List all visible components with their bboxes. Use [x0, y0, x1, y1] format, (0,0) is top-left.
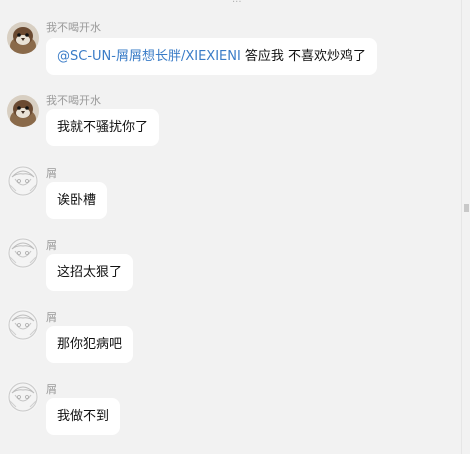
vertical-scrollbar[interactable]	[461, 0, 470, 454]
message-text: 诶卧槽	[57, 193, 97, 208]
message-bubble[interactable]: 这招太狠了	[46, 254, 134, 291]
message-text: 那你犯病吧	[57, 337, 123, 352]
sender-name: 屑	[46, 383, 57, 396]
clipped-top-text: ...	[232, 0, 242, 5]
chat-message-list[interactable]: ... 我不喝开水 @SC-UN-屑屑想长胖/XIEXIENI 答应我 不喜欢炒…	[0, 0, 462, 454]
sparrow-avatar-icon[interactable]	[7, 22, 39, 54]
message-bubble[interactable]: 我就不骚扰你了	[46, 109, 160, 146]
sender-name: 我不喝开水	[46, 94, 101, 107]
sparrow-avatar-icon[interactable]	[7, 95, 39, 127]
scroll-thumb[interactable]	[464, 204, 469, 212]
message-text: 答应我 不喜欢炒鸡了	[240, 49, 367, 64]
anime-sketch-avatar-icon[interactable]	[7, 381, 39, 413]
anime-sketch-avatar-icon[interactable]	[7, 237, 39, 269]
message-bubble[interactable]: 诶卧槽	[46, 182, 108, 219]
anime-sketch-avatar-icon[interactable]	[7, 309, 39, 341]
message-text: 我就不骚扰你了	[57, 120, 149, 135]
mention-link[interactable]: @SC-UN-屑屑想长胖/XIEXIENI	[57, 49, 241, 64]
sender-name: 屑	[46, 239, 57, 252]
message-bubble[interactable]: 我做不到	[46, 398, 121, 435]
sender-name: 屑	[46, 167, 57, 180]
message-text: 我做不到	[57, 409, 110, 424]
message-text: 这招太狠了	[57, 265, 123, 280]
message-bubble[interactable]: 那你犯病吧	[46, 326, 134, 363]
sender-name: 我不喝开水	[46, 21, 101, 34]
anime-sketch-avatar-icon[interactable]	[7, 165, 39, 197]
message-bubble[interactable]: @SC-UN-屑屑想长胖/XIEXIENI 答应我 不喜欢炒鸡了	[46, 38, 378, 75]
sender-name: 屑	[46, 311, 57, 324]
